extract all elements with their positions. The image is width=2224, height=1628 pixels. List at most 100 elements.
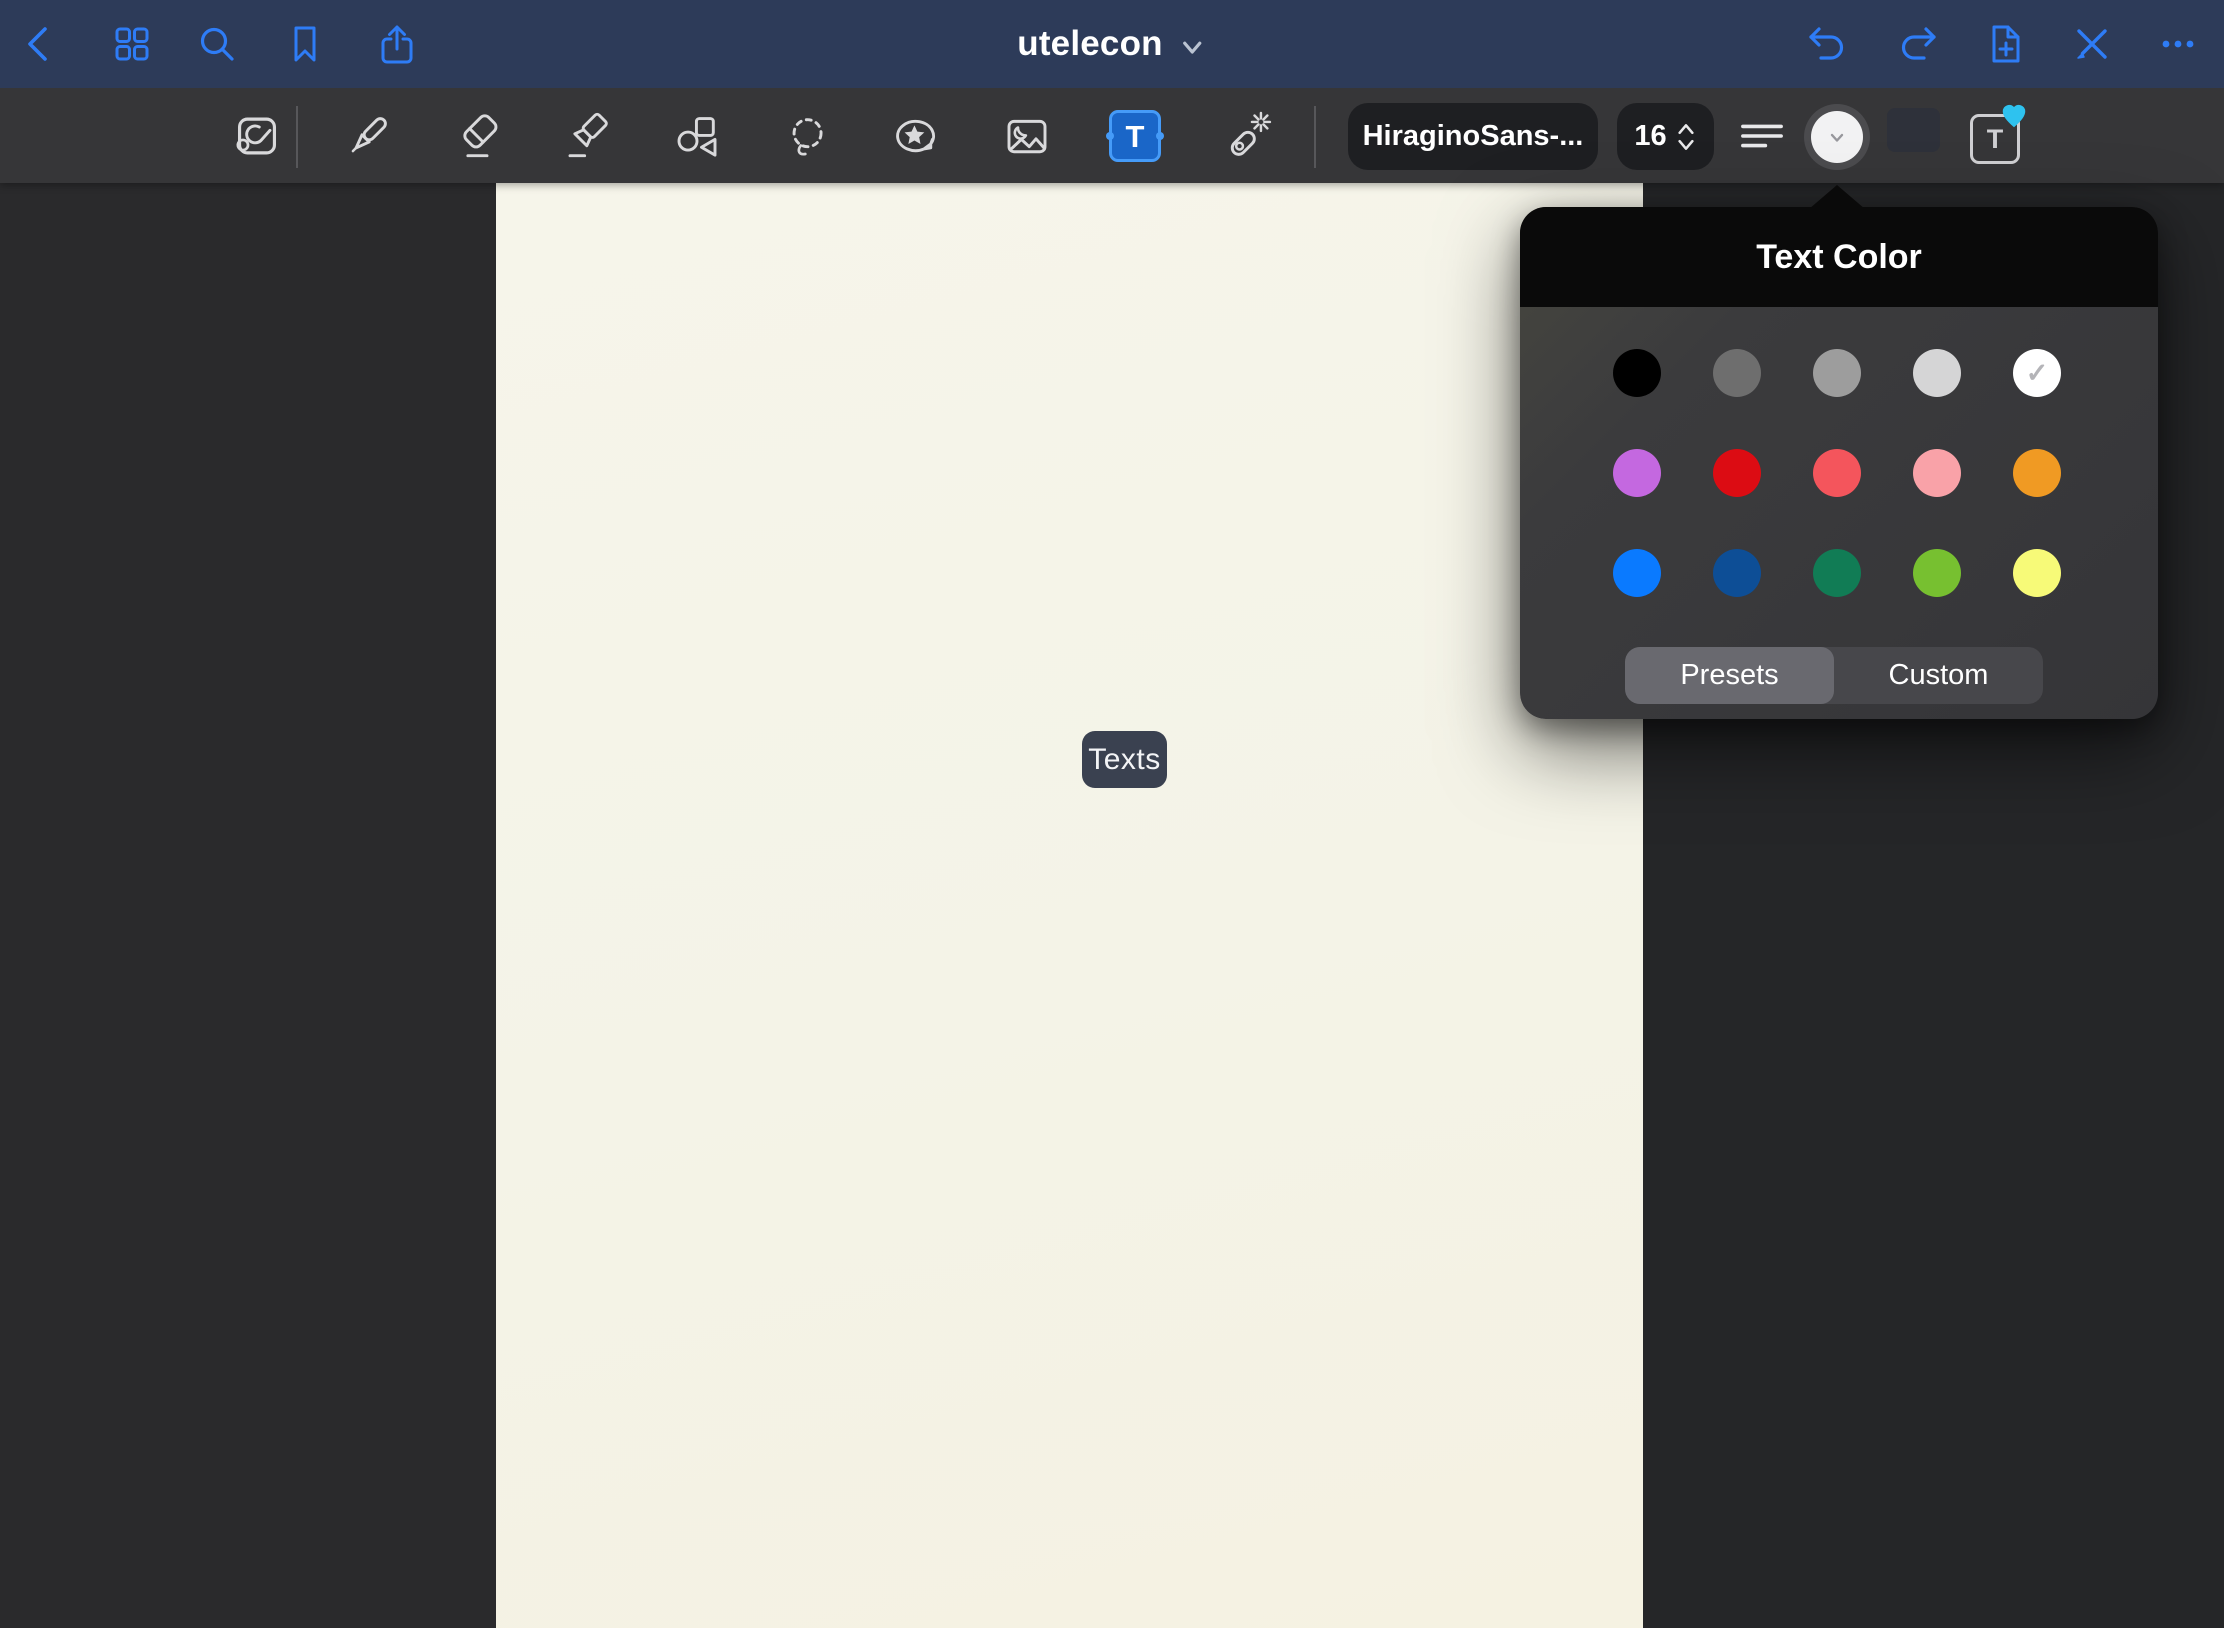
toolbar-divider [1314, 106, 1316, 168]
document-title: utelecon [1017, 24, 1163, 64]
font-size-value: 16 [1634, 120, 1666, 153]
laser-pointer-tool-button[interactable] [1221, 109, 1275, 163]
highlighter-icon [561, 109, 615, 163]
swatch-dot-orchid [1613, 449, 1661, 497]
lasso-icon [780, 109, 834, 163]
search-icon [193, 20, 241, 68]
swatch-dot-gray [1813, 349, 1861, 397]
text-object-label: Texts [1088, 743, 1161, 777]
segment-presets[interactable]: Presets [1625, 647, 1834, 704]
text-handle-left [1106, 132, 1114, 140]
color-swatch-black[interactable] [1587, 323, 1687, 423]
presets-custom-segmented-control: Presets Custom [1625, 647, 2043, 704]
heart-icon [1999, 101, 2029, 131]
swatch-dot-dark-gray [1713, 349, 1761, 397]
swatch-dot-black [1613, 349, 1661, 397]
swatch-dot-yellow [2013, 549, 2061, 597]
pan-scroll-tool-button[interactable] [230, 109, 284, 163]
swatch-dot-coral [1813, 449, 1861, 497]
back-button[interactable] [16, 20, 64, 68]
text-color-current-swatch [1811, 111, 1863, 163]
image-icon [1000, 109, 1054, 163]
elements-tool-button[interactable] [888, 109, 942, 163]
text-style-icon: T [1970, 114, 2020, 164]
text-align-button[interactable] [1735, 109, 1789, 163]
popover-title: Text Color [1756, 238, 1922, 277]
color-swatch-red[interactable] [1687, 423, 1787, 523]
toolbar-divider [296, 106, 298, 168]
color-swatch-gray[interactable] [1787, 323, 1887, 423]
add-page-button[interactable] [1981, 20, 2029, 68]
align-left-icon [1735, 109, 1789, 163]
swatch-dot-lime-green [1913, 549, 1961, 597]
swatch-dot-pink [1913, 449, 1961, 497]
ellipsis-icon [2154, 20, 2202, 68]
swatch-dot-orange [2013, 449, 2061, 497]
swatch-dot-light-gray [1913, 349, 1961, 397]
top-navigation-bar: utelecon [0, 0, 2224, 88]
stepper-chevrons-icon [1675, 119, 1697, 155]
undo-icon [1804, 20, 1852, 68]
swatch-dot-navy-blue [1713, 549, 1761, 597]
font-name-button[interactable]: HiraginoSans-... [1348, 103, 1598, 170]
popover-header: Text Color [1520, 207, 2158, 307]
font-size-stepper[interactable]: 16 [1617, 103, 1714, 170]
back-chevron-icon [16, 20, 64, 68]
grid-icon [108, 20, 156, 68]
color-swatch-orange[interactable] [1987, 423, 2087, 523]
thumbnails-button[interactable] [108, 20, 156, 68]
color-swatch-orchid[interactable] [1587, 423, 1687, 523]
chevron-down-icon [1825, 125, 1849, 149]
color-swatch-green[interactable] [1787, 523, 1887, 623]
elements-sticker-icon [888, 109, 942, 163]
exit-edit-mode-button[interactable] [2068, 20, 2116, 68]
selected-check-icon: ✓ [2026, 360, 2049, 387]
color-swatch-navy-blue[interactable] [1687, 523, 1787, 623]
undo-button[interactable] [1804, 20, 1852, 68]
redo-button[interactable] [1893, 20, 1941, 68]
eraser-tool-button[interactable] [451, 109, 505, 163]
app-window: utelecon [0, 0, 2224, 1628]
color-swatch-grid: ✓ [1587, 323, 2087, 623]
highlighter-tool-button[interactable] [561, 109, 615, 163]
add-page-icon [1981, 20, 2029, 68]
color-swatch-coral[interactable] [1787, 423, 1887, 523]
pan-scroll-icon [230, 109, 284, 163]
swatch-dot-white: ✓ [2013, 349, 2061, 397]
color-swatch-light-gray[interactable] [1887, 323, 1987, 423]
image-tool-button[interactable] [1000, 109, 1054, 163]
pen-icon [341, 109, 395, 163]
search-button[interactable] [193, 20, 241, 68]
color-swatch-yellow[interactable] [1987, 523, 2087, 623]
laser-pointer-icon [1221, 109, 1275, 163]
document-title-button[interactable]: utelecon [1017, 0, 1207, 88]
text-handle-right [1156, 132, 1164, 140]
canvas-background-left [0, 183, 496, 1628]
swatch-dot-blue [1613, 549, 1661, 597]
bookmark-button[interactable] [281, 20, 329, 68]
color-swatch-pink[interactable] [1887, 423, 1987, 523]
text-color-button[interactable] [1804, 104, 1870, 170]
text-object[interactable]: Texts [1082, 731, 1167, 788]
color-swatch-blue[interactable] [1587, 523, 1687, 623]
bookmark-icon [281, 20, 329, 68]
text-color-popover: Text Color ✓ Presets Custom [1520, 207, 2158, 719]
dimmed-color-well [1887, 108, 1940, 152]
pen-tool-button[interactable] [341, 109, 395, 163]
segment-custom[interactable]: Custom [1834, 647, 2043, 704]
lasso-tool-button[interactable] [780, 109, 834, 163]
page-canvas[interactable] [496, 183, 1643, 1628]
color-swatch-lime-green[interactable] [1887, 523, 1987, 623]
text-style-favorites-button[interactable]: T [1970, 107, 2028, 165]
text-tool-button[interactable]: T [1108, 109, 1162, 163]
share-icon [373, 20, 421, 68]
color-swatch-white[interactable]: ✓ [1987, 323, 2087, 423]
color-swatch-dark-gray[interactable] [1687, 323, 1787, 423]
redo-icon [1893, 20, 1941, 68]
more-button[interactable] [2154, 20, 2202, 68]
pen-cross-icon [2068, 20, 2116, 68]
text-tool-glyph: T [1126, 121, 1145, 152]
swatch-dot-green [1813, 549, 1861, 597]
share-button[interactable] [373, 20, 421, 68]
shapes-tool-button[interactable] [670, 109, 724, 163]
